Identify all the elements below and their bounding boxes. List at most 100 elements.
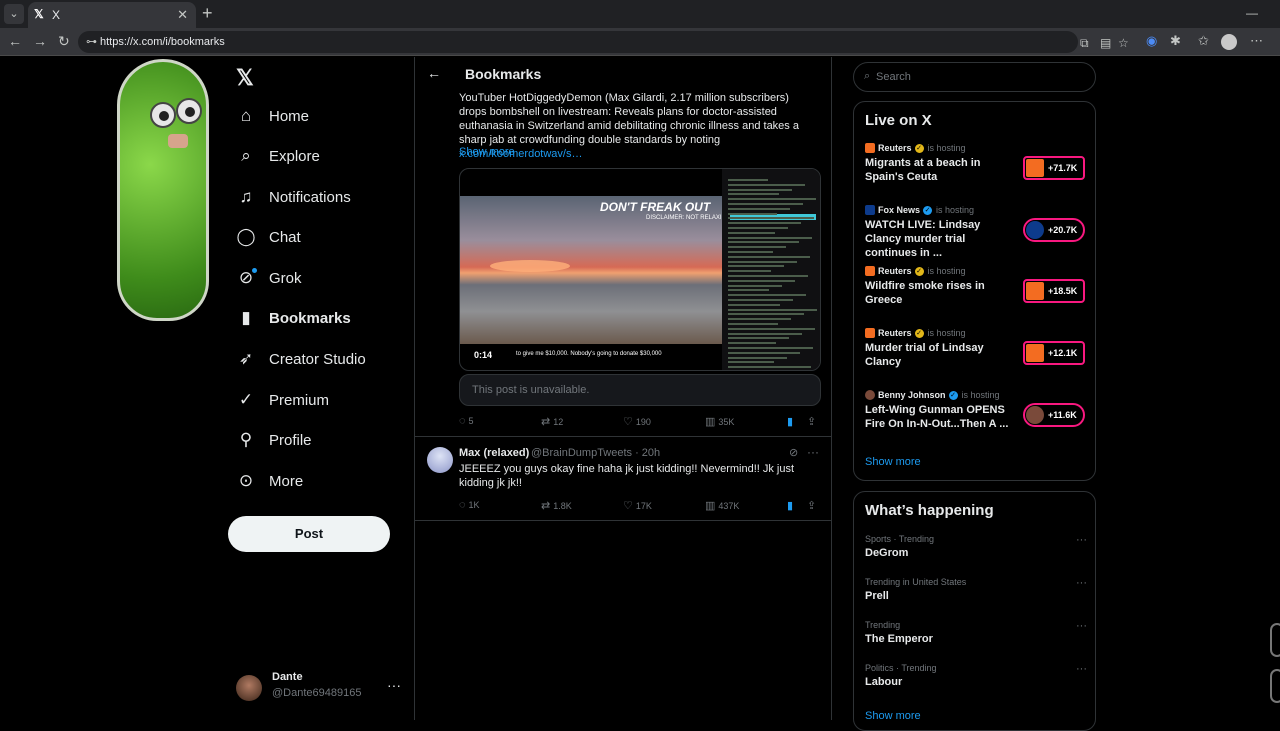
nav-label: Explore xyxy=(269,147,320,165)
back-arrow-icon[interactable]: ← xyxy=(427,65,441,81)
reply-button[interactable]: ◌ 1K xyxy=(459,499,480,511)
nav-bookmarks[interactable]: ▮ Bookmarks xyxy=(236,302,350,334)
avatar[interactable] xyxy=(427,447,453,473)
show-more-link[interactable]: Show more xyxy=(865,456,921,468)
more-icon[interactable]: ··· xyxy=(1076,663,1087,675)
pickle-eye xyxy=(176,98,202,124)
x-logo-icon[interactable]: 𝕏 xyxy=(236,65,254,91)
live-item[interactable]: Reuters ✓ is hosting Murder trial of Lin… xyxy=(865,328,1087,376)
chat-line xyxy=(728,255,810,258)
sunset-glow xyxy=(490,260,570,272)
extensions-icon[interactable]: ✱ xyxy=(1170,33,1181,49)
share-icon[interactable]: ⇪ xyxy=(807,499,816,512)
reload-icon[interactable]: ↻ xyxy=(58,33,70,50)
grok-icon[interactable]: ⊘ xyxy=(789,446,798,459)
nav-more[interactable]: ⊙ More xyxy=(236,465,303,497)
heart-icon: ♡ xyxy=(623,416,633,428)
live-badge[interactable]: +18.5K xyxy=(1023,279,1085,303)
trend-item[interactable]: Sports · Trending DeGrom ··· xyxy=(865,534,1087,568)
tweet-author-handle[interactable]: @BrainDumpTweets · 20h xyxy=(531,447,660,459)
post-button[interactable]: Post xyxy=(228,516,390,552)
like-button[interactable]: ♡ 17K xyxy=(623,499,652,512)
nav-profile[interactable]: ⚲ Profile xyxy=(236,424,312,456)
views-button[interactable]: ▥ 437K xyxy=(705,499,739,512)
nav-premium[interactable]: ✓ Premium xyxy=(236,384,329,416)
repost-button[interactable]: ⇄ 1.8K xyxy=(541,499,572,512)
chat-line xyxy=(728,265,784,268)
views-icon: ▥ xyxy=(705,416,716,428)
trend-item[interactable]: Trending in United States Prell ··· xyxy=(865,577,1087,611)
bookmark-filled-icon[interactable]: ▮ xyxy=(787,415,793,428)
tweet-author-name[interactable]: Max (relaxed) xyxy=(459,447,529,459)
repost-button[interactable]: ⇄ 12 xyxy=(541,415,563,428)
views-button[interactable]: ▥ 35K xyxy=(705,415,734,428)
nav-chat[interactable]: ◯ Chat xyxy=(236,221,300,253)
more-icon[interactable]: ··· xyxy=(1076,620,1087,632)
live-source: Fox News ✓ is hosting xyxy=(865,205,974,215)
live-badge[interactable]: +20.7K xyxy=(1023,218,1085,242)
trend-name: Prell xyxy=(865,590,889,602)
more-icon[interactable]: ··· xyxy=(1076,534,1087,546)
reading-icon[interactable]: ▤ xyxy=(1100,36,1111,50)
live-title: WATCH LIVE: Lindsay Clancy murder trial … xyxy=(865,219,981,259)
nav-explore[interactable]: ⌕ Explore xyxy=(236,140,320,172)
show-more-link[interactable]: Show more xyxy=(865,710,921,722)
panel-title: What’s happening xyxy=(865,502,994,519)
install-icon[interactable]: ⧉ xyxy=(1080,36,1089,51)
more-icon[interactable]: ··· xyxy=(387,677,401,693)
tab-search-button[interactable]: ⌄ xyxy=(4,4,24,24)
person-icon: ⚲ xyxy=(239,430,253,449)
live-title: Wildfire smoke rises in Greece xyxy=(865,280,985,306)
like-button[interactable]: ♡ 190 xyxy=(623,415,651,428)
video-duration: 0:14 xyxy=(470,349,497,361)
forward-icon[interactable]: → xyxy=(33,33,47,49)
quoted-post-unavailable: This post is unavailable. xyxy=(459,374,821,406)
tweet-video[interactable]: DON'T FREAK OUT DISCLAIMER: NOT RELAXING… xyxy=(459,168,821,371)
favorites-icon[interactable]: ✩ xyxy=(1198,33,1209,49)
edge-button[interactable] xyxy=(1270,623,1280,657)
edge-button[interactable] xyxy=(1270,669,1280,703)
reply-button[interactable]: ◌ 5 xyxy=(459,415,474,427)
nav-home[interactable]: ⌂ Home xyxy=(236,100,309,132)
trend-item[interactable]: Trending The Emperor ··· xyxy=(865,620,1087,654)
nav-creator-studio[interactable]: ➶ Creator Studio xyxy=(236,343,366,375)
minimize-button[interactable]: — xyxy=(1246,6,1258,20)
chat-line xyxy=(728,212,777,215)
live-badge[interactable]: +12.1K xyxy=(1023,341,1085,365)
url-text[interactable]: https://x.com/i/bookmarks xyxy=(100,36,225,48)
back-icon[interactable]: ← xyxy=(8,33,22,49)
address-bar[interactable]: ⊶ https://x.com/i/bookmarks ⧉ ▤ ☆ xyxy=(78,31,1129,53)
nav-grok[interactable]: ⊘ Grok xyxy=(236,262,302,294)
search-box[interactable]: ⌕ xyxy=(853,62,1096,92)
share-icon[interactable]: ⇪ xyxy=(807,415,816,428)
account-switcher[interactable]: Dante @Dante69489165 ··· xyxy=(236,667,406,707)
star-icon[interactable]: ☆ xyxy=(1118,36,1129,50)
site-info-icon[interactable]: ⊶ xyxy=(86,35,97,48)
nav-label: More xyxy=(269,472,304,490)
trend-item[interactable]: Politics · Trending Labour ··· xyxy=(865,663,1087,697)
bookmark-filled-icon[interactable]: ▮ xyxy=(787,499,793,512)
more-icon[interactable]: ··· xyxy=(807,445,819,459)
like-count: 17K xyxy=(635,500,652,511)
profile-avatar[interactable] xyxy=(1221,34,1237,50)
new-tab-button[interactable]: + xyxy=(202,3,213,24)
live-item[interactable]: Fox News ✓ is hosting WATCH LIVE: Lindsa… xyxy=(865,205,1087,259)
chat-line xyxy=(728,246,786,249)
nav-notifications[interactable]: ♫ Notifications xyxy=(236,181,351,213)
menu-icon[interactable]: ⋯ xyxy=(1250,33,1263,49)
browser-tab[interactable]: 𝕏 X ✕ xyxy=(28,2,196,28)
extension-icon[interactable]: ◉ xyxy=(1146,33,1157,49)
reuters-logo-icon xyxy=(865,328,875,338)
hosting-label: is hosting xyxy=(927,143,966,153)
show-more-link[interactable]: Show more xyxy=(459,146,515,158)
live-item[interactable]: Reuters ✓ is hosting Migrants at a beach… xyxy=(865,143,1087,191)
live-badge[interactable]: +71.7K xyxy=(1023,156,1085,180)
chat-line xyxy=(728,366,811,369)
more-icon[interactable]: ··· xyxy=(1076,577,1087,589)
search-input[interactable] xyxy=(876,70,1076,84)
live-item[interactable]: Reuters ✓ is hosting Wildfire smoke rise… xyxy=(865,266,1087,314)
chat-line xyxy=(728,342,776,345)
close-icon[interactable]: ✕ xyxy=(177,7,188,23)
live-item[interactable]: Benny Johnson ✓ is hosting Left-Wing Gun… xyxy=(865,390,1087,438)
live-badge[interactable]: +11.6K xyxy=(1023,403,1085,427)
